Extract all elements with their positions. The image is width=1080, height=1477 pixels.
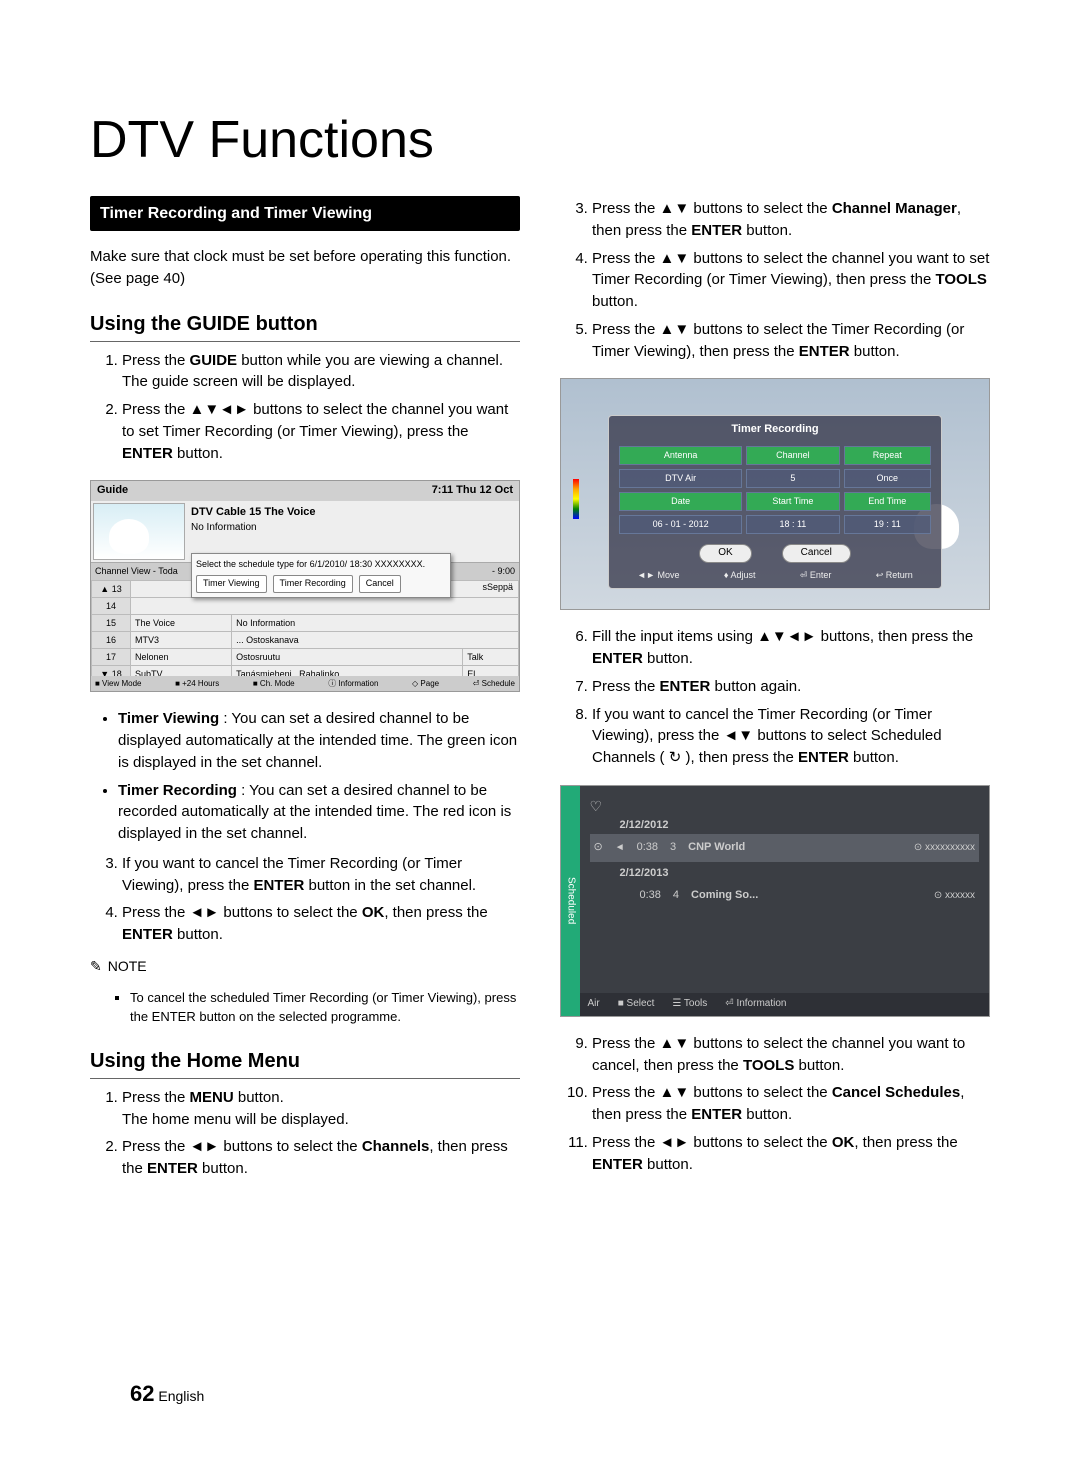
right-steps-2: Fill the input items using ▲▼◄► buttons,… <box>560 626 990 769</box>
step-3: If you want to cancel the Timer Recordin… <box>122 853 520 897</box>
section-bar: Timer Recording and Timer Viewing <box>90 196 520 231</box>
guide-seppa: sSeppä <box>482 581 513 594</box>
r-step-11: Press the ◄► buttons to select the OK, t… <box>592 1132 990 1176</box>
figure-scheduled-list: Scheduled ♡ 2/12/2012 ⊙ ◄ 0:383 CNP Worl… <box>560 785 990 1017</box>
r-step-9: Press the ▲▼ buttons to select the chann… <box>592 1033 990 1077</box>
guide-bullets: Timer Viewing : You can set a desired ch… <box>90 708 520 845</box>
guide-steps-2: If you want to cancel the Timer Recordin… <box>90 853 520 946</box>
dialog-cancel-button[interactable]: Cancel <box>782 544 851 563</box>
figure-timer-recording-dialog: Timer Recording AntennaChannelRepeat DTV… <box>560 378 990 610</box>
r-step-6: Fill the input items using ▲▼◄► buttons,… <box>592 626 990 670</box>
guide-steps-1: Press the GUIDE button while you are vie… <box>90 350 520 465</box>
guide-time-column: - 9:00 <box>492 565 515 578</box>
date-1: 2/12/2012 <box>620 818 980 834</box>
home-step-1: Press the MENU button.The home menu will… <box>122 1087 520 1131</box>
right-steps-3: Press the ▲▼ buttons to select the chann… <box>560 1033 990 1176</box>
step-4: Press the ◄► buttons to select the OK, t… <box>122 902 520 946</box>
scheduled-tab[interactable]: Scheduled <box>561 786 580 1016</box>
page-title: DTV Functions <box>90 110 990 170</box>
guide-clock: 7:11 Thu 12 Oct <box>432 483 513 499</box>
note-item: To cancel the scheduled Timer Recording … <box>130 989 520 1027</box>
figure-guide-screen: Guide 7:11 Thu 12 Oct DTV Cable 15 The V… <box>90 480 520 692</box>
note-icon: ✎ <box>90 956 102 976</box>
right-steps-1: Press the ▲▼ buttons to select the Chann… <box>560 198 990 362</box>
subhead-home-menu: Using the Home Menu <box>90 1047 520 1079</box>
scheduled-row-2[interactable]: 0:384 Coming So... ⊙ xxxxxx <box>590 882 980 910</box>
r-step-3: Press the ▲▼ buttons to select the Chann… <box>592 198 990 242</box>
guide-footer: ■ View Mode ■ +24 Hours ■ Ch. Mode ⓘ Inf… <box>91 676 519 692</box>
r-step-8: If you want to cancel the Timer Recordin… <box>592 704 990 769</box>
note-list: To cancel the scheduled Timer Recording … <box>90 989 520 1027</box>
left-arrow-icon: ◄ <box>615 841 625 856</box>
step-1: Press the GUIDE button while you are vie… <box>122 350 520 394</box>
r-step-7: Press the ENTER button again. <box>592 676 990 698</box>
r-step-10: Press the ▲▼ buttons to select the Cance… <box>592 1082 990 1126</box>
rainbow-strip <box>573 479 579 519</box>
popup-cancel[interactable]: Cancel <box>359 575 401 592</box>
heart-icon: ♡ <box>590 796 980 816</box>
bullet-timer-viewing: Timer Viewing : You can set a desired ch… <box>118 708 520 773</box>
intro-text: Make sure that clock must be set before … <box>90 246 520 290</box>
guide-title: Guide <box>97 483 128 499</box>
bullet-timer-recording: Timer Recording : You can set a desired … <box>118 780 520 845</box>
clock-icon: ⊙ <box>594 840 603 856</box>
schedule-type-popup: Select the schedule type for 6/1/2010/ 1… <box>191 553 451 597</box>
guide-no-information: No Information <box>191 521 515 536</box>
timer-recording-dialog: Timer Recording AntennaChannelRepeat DTV… <box>608 415 942 589</box>
note-label: ✎ NOTE <box>90 956 520 976</box>
r-step-4: Press the ▲▼ buttons to select the chann… <box>592 248 990 313</box>
clock-icon: ↻ <box>669 749 682 766</box>
subhead-guide: Using the GUIDE button <box>90 310 520 342</box>
popup-timer-recording[interactable]: Timer Recording <box>273 575 353 592</box>
scheduled-footer: Air ■ Select ☰ Tools ⏎ Information <box>580 993 990 1016</box>
guide-channel-title: DTV Cable 15 The Voice <box>191 505 515 521</box>
home-menu-steps: Press the MENU button.The home menu will… <box>90 1087 520 1180</box>
step-2: Press the ▲▼◄► buttons to select the cha… <box>122 399 520 464</box>
popup-timer-viewing[interactable]: Timer Viewing <box>196 575 267 592</box>
channel-view-label: Channel View - Toda <box>95 565 178 578</box>
r-step-5: Press the ▲▼ buttons to select the Timer… <box>592 319 990 363</box>
home-step-2: Press the ◄► buttons to select the Chann… <box>122 1136 520 1180</box>
dialog-ok-button[interactable]: OK <box>699 544 751 563</box>
page-number: 62 English <box>130 1381 204 1407</box>
scheduled-row-1[interactable]: ⊙ ◄ 0:383 CNP World ⊙ xxxxxxxxxx <box>590 834 980 862</box>
date-2: 2/12/2013 <box>620 866 980 882</box>
polar-bear-thumbnail <box>93 503 185 560</box>
